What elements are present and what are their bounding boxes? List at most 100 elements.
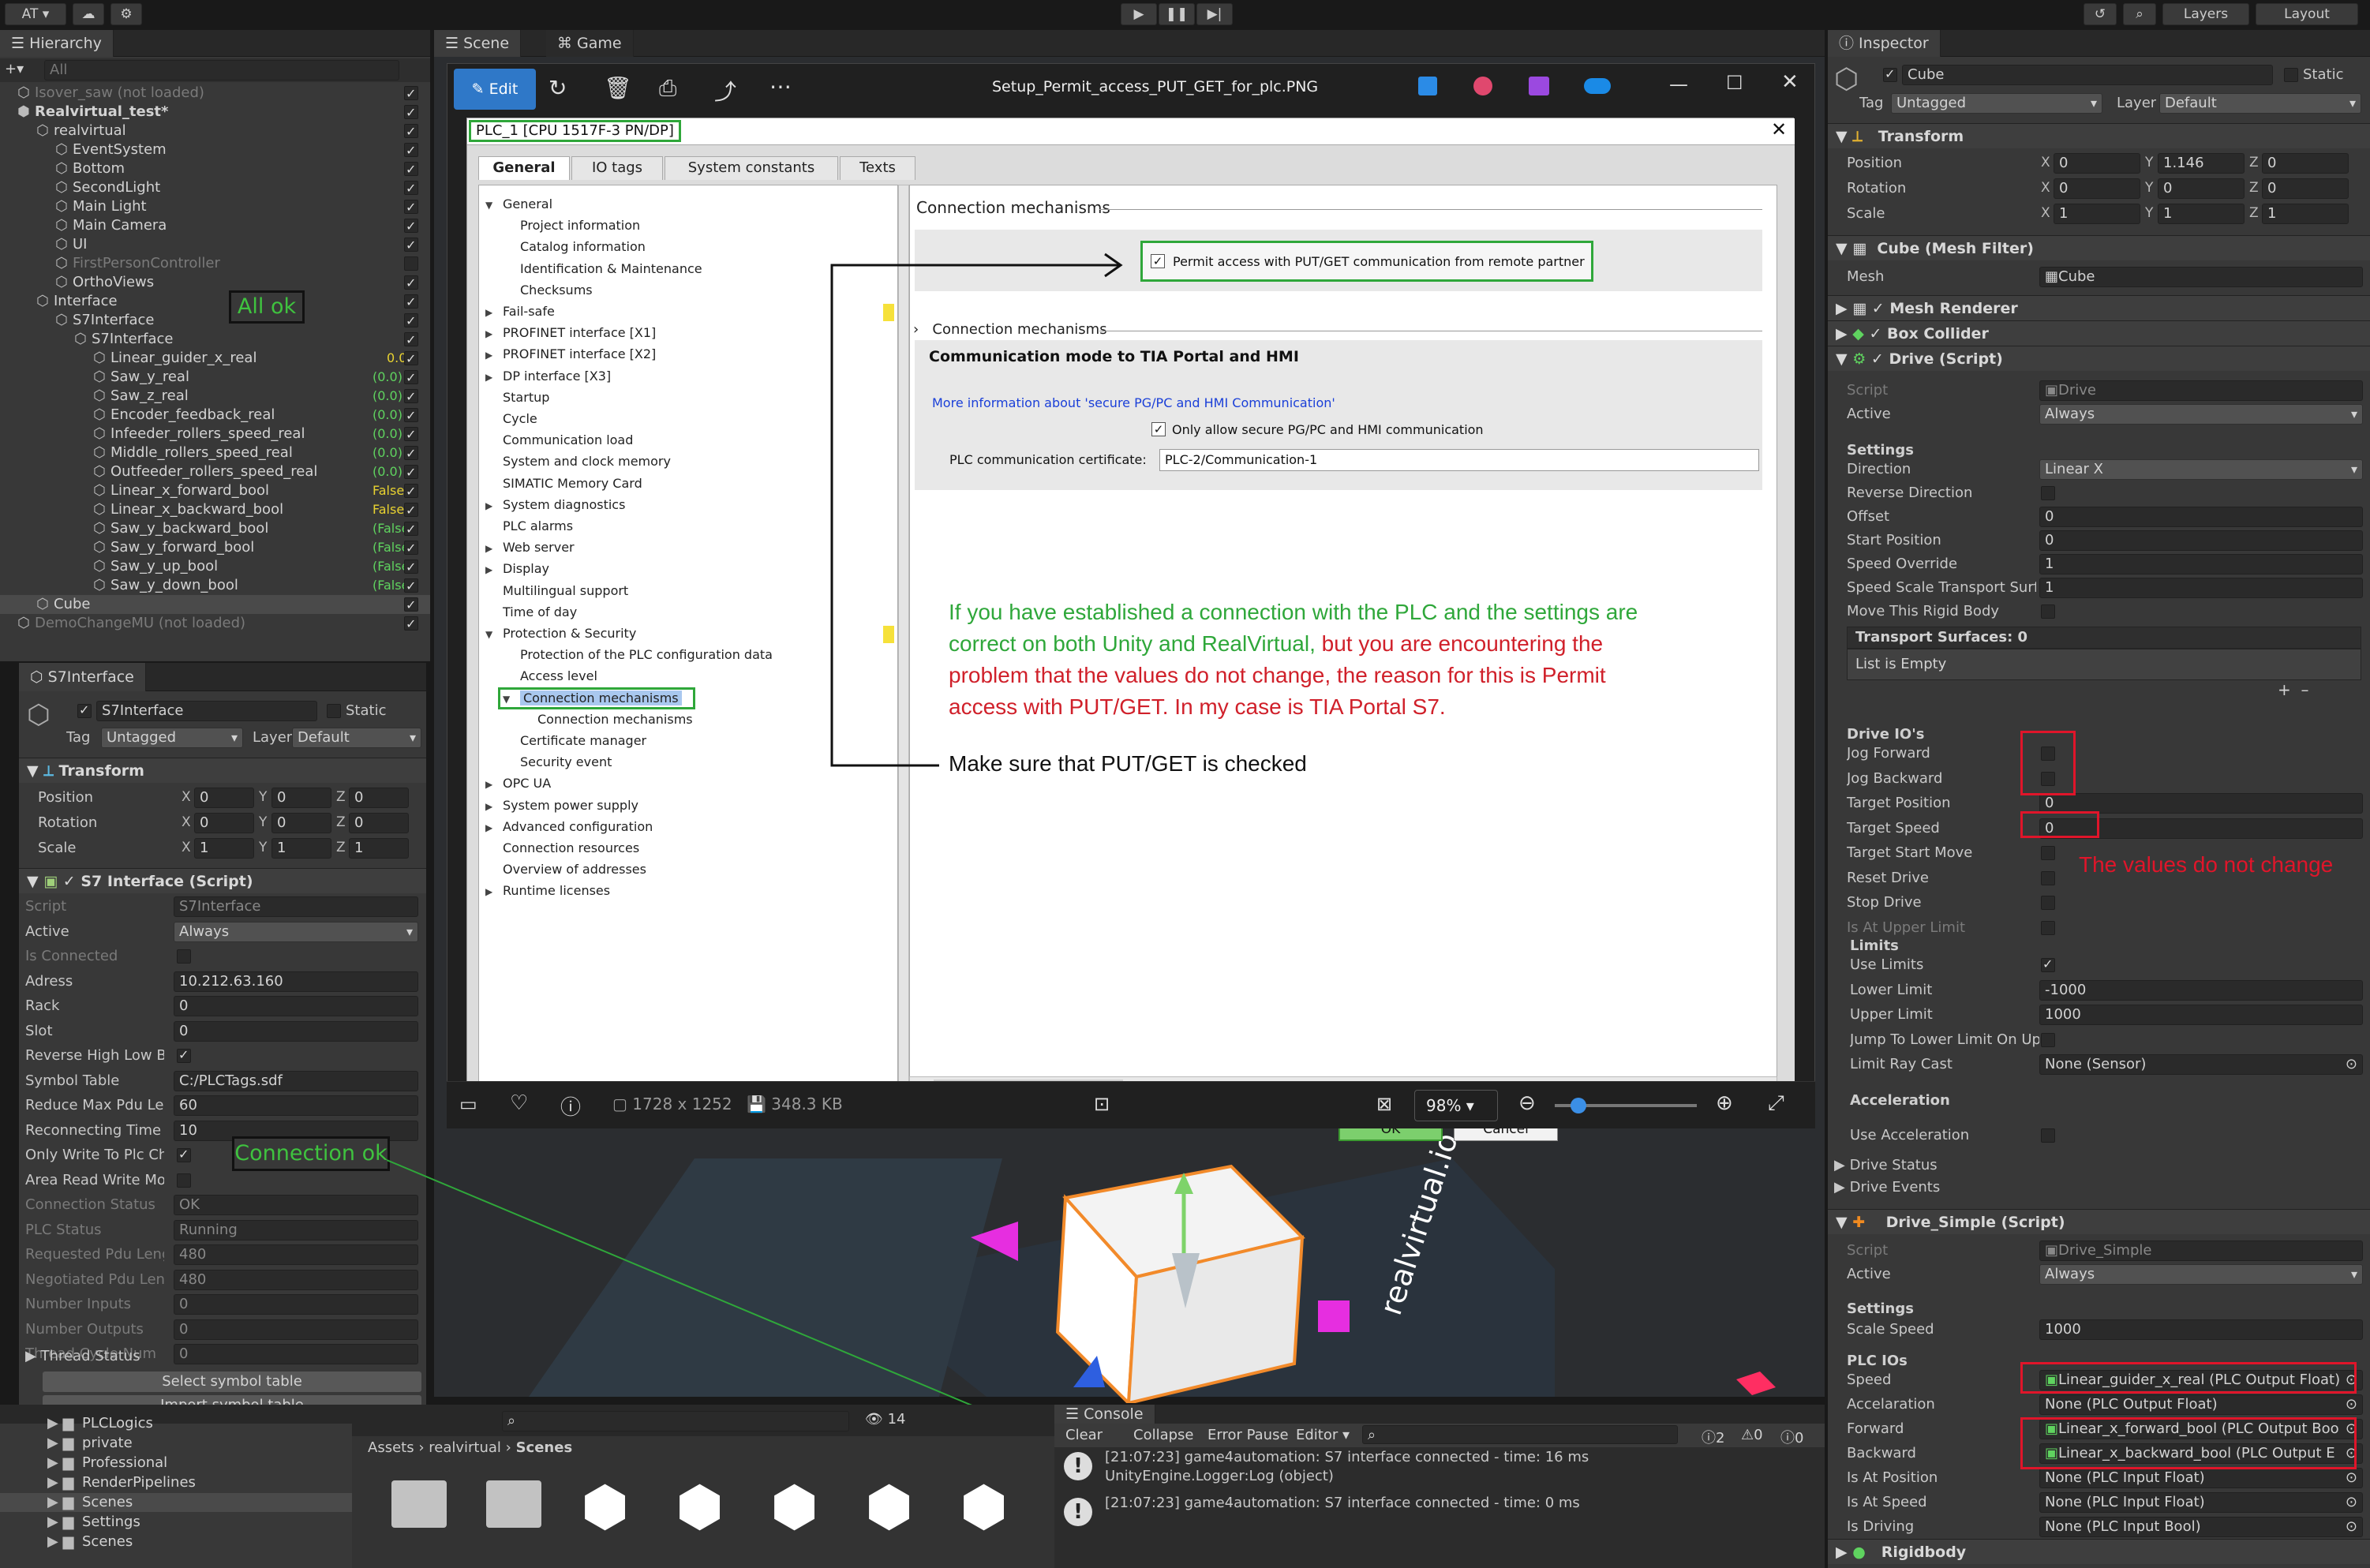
inspector-field-value[interactable]: 0 <box>2039 507 2363 527</box>
tia-tree-item[interactable]: ▶ DP interface [X3] <box>485 365 611 387</box>
inspector-field-value[interactable]: 1000 <box>2039 1005 2363 1025</box>
rigidbody-header[interactable]: ▶ ● Rigidbody <box>1828 1539 2370 1564</box>
hierarchy-row[interactable]: ⬡ Saw_y_real (0.0) <box>0 368 430 387</box>
s7-field-checkbox[interactable] <box>177 1047 191 1063</box>
tia-tab[interactable]: Texts <box>840 156 915 180</box>
visibility-checkbox[interactable] <box>404 444 418 463</box>
tia-tree-item[interactable]: Time of day <box>485 601 577 623</box>
account-dropdown[interactable]: AT ▾ <box>5 3 66 25</box>
object-picker-icon[interactable]: ⊙ <box>2346 1493 2357 1512</box>
tia-tree-item[interactable]: ▶ PROFINET interface [X2] <box>485 343 656 365</box>
share-icon[interactable]: ⤴ <box>714 75 736 107</box>
inspector-field-checkbox[interactable] <box>2041 1032 2055 1047</box>
object-picker-icon[interactable]: ⊙ <box>2346 1469 2357 1488</box>
s7-field-value[interactable]: 0 <box>174 1020 418 1042</box>
hierarchy-row[interactable]: ⬡ EventSystem <box>0 140 430 160</box>
transform-position-z-field[interactable]: 0 <box>2262 153 2349 174</box>
list-add-remove[interactable]: + – <box>2278 680 2308 699</box>
s7-field-checkbox[interactable] <box>177 949 191 964</box>
console-message-line[interactable]: [21:07:23] game4automation: S7 interface… <box>1105 1495 1580 1511</box>
ds-active-dropdown[interactable]: Always <box>2039 1264 2363 1285</box>
hierarchy-row[interactable]: ⬡ Interface <box>0 292 430 312</box>
zoom-out-icon[interactable]: ⊖ <box>1518 1091 1536 1115</box>
filmstrip-icon[interactable]: ▭ <box>459 1093 477 1115</box>
tia-tab[interactable]: General <box>478 156 570 180</box>
project-folder[interactable]: ▶ ▆ Professional <box>0 1454 352 1473</box>
s7-name-field[interactable]: S7Interface <box>96 701 317 721</box>
box-collider-header[interactable]: ▶ ◆ ✓ Box Collider <box>1828 320 2370 346</box>
visibility-checkbox[interactable] <box>404 160 418 179</box>
zoom-in-icon[interactable]: ⊕ <box>1716 1091 1733 1115</box>
hierarchy-row[interactable]: ⬡ S7Interface <box>0 330 430 350</box>
tia-tree-item[interactable]: Overview of addresses <box>485 859 646 880</box>
transform-position-y-field[interactable]: 1.146 <box>2158 153 2245 174</box>
tree-expander-icon[interactable]: ▶ <box>485 559 503 581</box>
visibility-checkbox[interactable] <box>404 369 418 387</box>
hierarchy-row[interactable]: ⬡ Saw_z_real (0.0) <box>0 387 430 406</box>
visibility-checkbox[interactable] <box>404 577 418 596</box>
transform-scale-z-field[interactable]: 1 <box>2262 204 2349 224</box>
drive-active-dropdown[interactable]: Always <box>2039 404 2363 425</box>
inspector-field-value[interactable]: 1 <box>2039 578 2363 598</box>
transform-scale-z-field[interactable]: 1 <box>349 838 409 859</box>
s7-field-checkbox[interactable] <box>177 1147 191 1162</box>
project-folder[interactable]: ▶ ▆ private <box>0 1434 352 1453</box>
object-picker-icon[interactable]: ⊙ <box>2346 1395 2357 1414</box>
visibility-checkbox[interactable] <box>404 482 418 501</box>
object-picker-icon[interactable]: ⊙ <box>2346 1517 2357 1536</box>
layers-dropdown[interactable]: Layers <box>2162 3 2249 25</box>
select-symbol-table-button[interactable]: Select symbol table <box>43 1372 421 1392</box>
hierarchy-row[interactable]: ⬡ Linear_x_forward_bool False <box>0 481 430 501</box>
inspector-field-value[interactable]: None (PLC Input Float) ⊙ <box>2039 1492 2363 1513</box>
hierarchy-row[interactable]: ⬡ OrthoViews <box>0 273 430 293</box>
tia-tab[interactable]: System constants <box>665 156 838 180</box>
tia-tree-item[interactable]: ▶ OPC UA <box>485 773 551 794</box>
project-search-input[interactable]: ⌕ <box>502 1411 849 1431</box>
console-search-input[interactable]: ⌕ <box>1362 1425 1678 1444</box>
console-message-line[interactable]: [21:07:23] game4automation: S7 interface… <box>1105 1449 1589 1465</box>
hierarchy-row[interactable]: ⬡ UI <box>0 235 430 255</box>
visibility-checkbox[interactable] <box>404 103 418 122</box>
cloud-icon[interactable]: ☁ <box>73 3 104 25</box>
collapse-button[interactable]: Collapse <box>1133 1427 1194 1443</box>
inspector-field-value[interactable]: None (PLC Output Float) ⊙ <box>2039 1394 2363 1415</box>
cube-name-field[interactable]: Cube <box>1902 65 2273 85</box>
project-folder[interactable]: ▶ ▆ RenderPipelines <box>0 1473 352 1492</box>
clear-button[interactable]: Clear <box>1065 1427 1103 1443</box>
info-icon[interactable]: ⓘ <box>560 1091 581 1121</box>
scene-tab[interactable]: ☰ Scene <box>434 30 522 57</box>
transform-rotation-y-field[interactable]: 0 <box>271 813 331 833</box>
tia-tree-item[interactable]: Protection of the PLC configuration data <box>503 644 773 665</box>
drive-simple-header[interactable]: ▼ ✚ Drive_Simple (Script) <box>1828 1209 2370 1234</box>
hierarchy-row[interactable]: ⬡ Main Camera <box>0 216 430 236</box>
s7-field-value[interactable]: 0 <box>174 996 418 1016</box>
tree-expander-icon[interactable]: ▼ <box>485 195 503 216</box>
s7-transform-header[interactable]: ▼ ⟂ Transform <box>19 758 426 783</box>
transform-position-y-field[interactable]: 0 <box>271 788 331 808</box>
hierarchy-row[interactable]: ⬡ DemoChangeMU (not loaded) <box>0 614 430 634</box>
folder-icon[interactable] <box>486 1480 541 1528</box>
visibility-checkbox[interactable] <box>404 501 418 520</box>
tree-expander-icon[interactable]: ▶ <box>485 324 503 345</box>
inspector-field-checkbox[interactable] <box>2041 604 2055 619</box>
use-acceleration-checkbox[interactable] <box>2041 1128 2055 1143</box>
s7-layer-dropdown[interactable]: Default <box>292 728 421 748</box>
mesh-renderer-header[interactable]: ▶ ▦ ✓ Mesh Renderer <box>1828 295 2370 320</box>
visibility-checkbox[interactable] <box>404 122 418 141</box>
tia-tree-item[interactable]: Connection resources <box>485 837 639 859</box>
thread-status-foldout[interactable]: ▶ Thread Status <box>25 1348 140 1364</box>
tree-expander-icon[interactable]: ▼ <box>485 624 503 646</box>
tia-tree-item[interactable]: Security event <box>503 751 612 773</box>
tia-tree-item[interactable]: SIMATIC Memory Card <box>485 473 642 494</box>
unity-scene-icon[interactable]: ⬢ <box>865 1474 913 1539</box>
visibility-checkbox[interactable] <box>404 406 418 425</box>
tree-expander-icon[interactable]: ▶ <box>485 496 503 517</box>
transform-rotation-x-field[interactable]: 0 <box>194 813 254 833</box>
tia-tree-item[interactable]: ▶ Runtime licenses <box>485 880 610 901</box>
unity-scene-icon[interactable]: ⬢ <box>676 1474 724 1539</box>
visibility-checkbox[interactable] <box>404 84 418 103</box>
tia-tree-item[interactable]: ▶ Advanced configuration <box>485 816 653 837</box>
unity-scene-icon[interactable]: ⬢ <box>581 1474 629 1539</box>
visibility-checkbox[interactable] <box>404 558 418 577</box>
inspector-field-checkbox[interactable] <box>2041 870 2055 885</box>
